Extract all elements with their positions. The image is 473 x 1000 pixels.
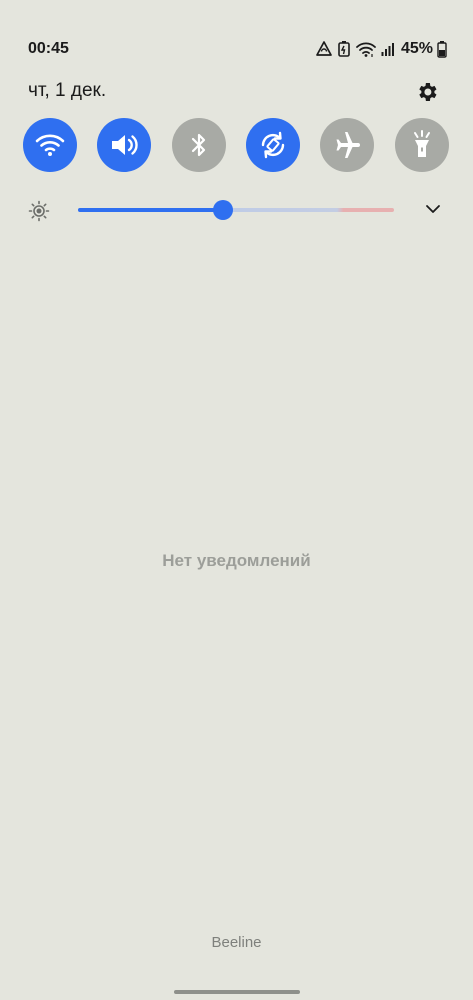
expand-button[interactable] <box>425 202 441 220</box>
status-time: 00:45 <box>28 40 69 57</box>
no-notifications-text: Нет уведомлений <box>162 551 311 570</box>
tile-flashlight[interactable] <box>395 118 449 172</box>
rotate-icon <box>261 131 285 159</box>
brightness-slider[interactable] <box>78 200 394 220</box>
status-bar: 00:45 45% <box>0 38 473 62</box>
wifi-icon <box>355 40 377 58</box>
date-row: чт, 1 дек. <box>0 78 473 106</box>
tile-bluetooth[interactable] <box>172 118 226 172</box>
tile-wifi[interactable] <box>23 118 77 172</box>
airplane-icon <box>336 132 360 158</box>
wifi-icon <box>35 134 65 156</box>
tile-airplane-mode[interactable] <box>320 118 374 172</box>
brightness-control <box>0 196 473 224</box>
tile-auto-rotate[interactable] <box>246 118 300 172</box>
signal-icon <box>381 41 395 57</box>
data-saver-icon <box>315 40 333 58</box>
brightness-slider-thumb[interactable] <box>213 200 234 220</box>
carrier-label: Beeline <box>211 934 262 951</box>
chevron-down-icon <box>426 205 440 213</box>
status-icons: 45% <box>315 38 447 60</box>
battery-saver-icon <box>337 40 351 58</box>
tile-sound[interactable] <box>97 118 151 172</box>
notification-shade: 00:45 45% чт, 1 дек. Нет уведомлений Bee… <box>0 0 473 1000</box>
date-label: чт, 1 дек. <box>28 80 107 101</box>
settings-button[interactable] <box>415 80 439 104</box>
quick-settings-tiles <box>23 118 453 172</box>
battery-percent: 45% <box>400 40 433 57</box>
brightness-slider-fill <box>78 208 224 212</box>
battery-icon <box>437 40 447 58</box>
volume-icon <box>112 135 138 155</box>
gear-icon <box>419 83 437 101</box>
drag-handle[interactable] <box>174 990 300 994</box>
sun-icon <box>28 200 50 227</box>
bluetooth-icon <box>191 133 206 157</box>
flashlight-icon <box>414 130 430 157</box>
